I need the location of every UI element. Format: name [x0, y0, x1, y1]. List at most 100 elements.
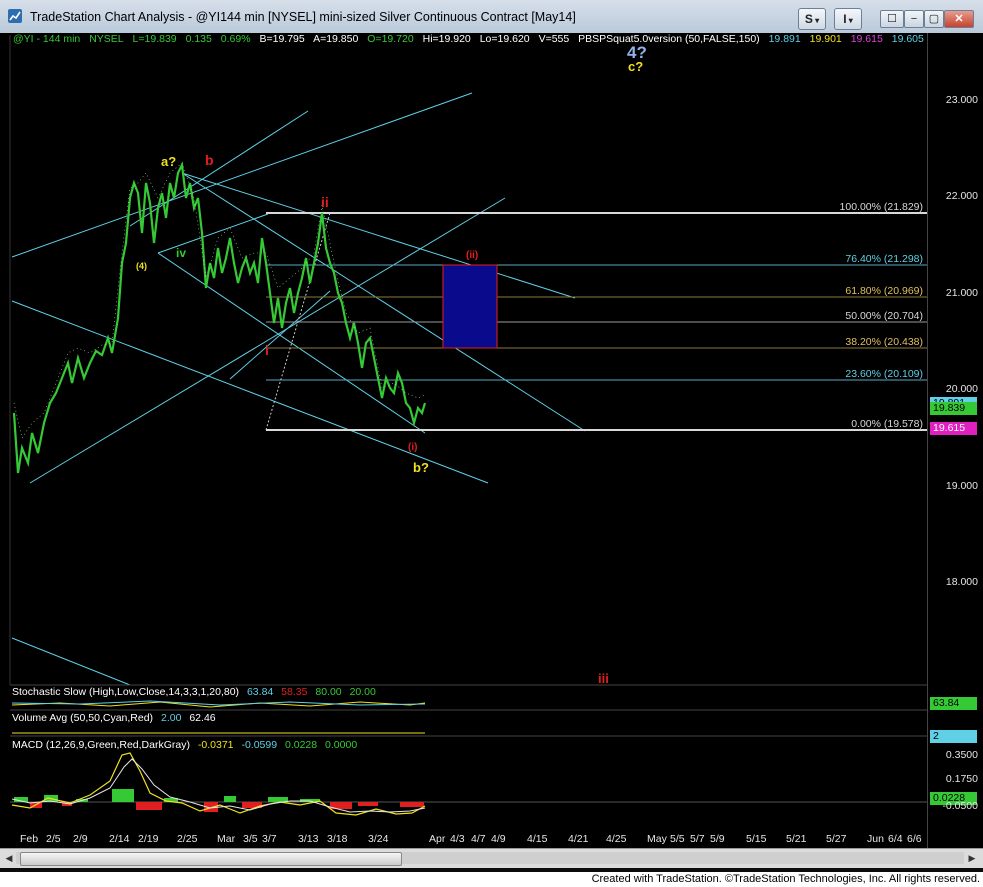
maximize-button[interactable]: ▢ — [924, 10, 944, 28]
fib-label-618: 61.80% (20.969) — [845, 285, 923, 297]
time-label: 5/5 — [670, 833, 685, 845]
symbol-status-line: @YI - 144 min NYSEL L=19.839 0.135 0.69%… — [13, 33, 930, 45]
time-label: 4/21 — [568, 833, 589, 845]
time-label: May — [647, 833, 667, 845]
status-bid: B=19.795 — [259, 33, 305, 45]
time-label: Jun — [867, 833, 884, 845]
price-label-21: 21.000 — [945, 287, 978, 299]
last-price-tag: 19.839 — [930, 402, 977, 415]
status-study-name: PBSPSquat5.0version (50,FALSE,150) — [578, 33, 760, 45]
macd-axis-bottom: -0.0500 — [942, 800, 978, 812]
chart-options-button[interactable]: I ▾ — [834, 8, 862, 30]
price-axis[interactable]: 23.000 22.000 21.000 20.000 19.000 18.00… — [927, 33, 983, 848]
status-study-value-1: 19.891 — [768, 33, 801, 45]
volume-avg-label[interactable]: Volume Avg (50,50,Cyan,Red) 2.00 62.46 — [12, 712, 221, 724]
wave-label-a: a? — [161, 154, 176, 169]
time-label: 6/6 — [907, 833, 922, 845]
target-zone-box[interactable] — [442, 264, 498, 349]
time-label: 3/18 — [327, 833, 348, 845]
scroll-left-arrow-icon[interactable]: ◀ — [3, 852, 15, 864]
fib-label-764: 76.40% (21.298) — [845, 253, 923, 265]
fib-label-382: 38.20% (20.438) — [845, 336, 923, 348]
fib-label-236: 23.60% (20.109) — [845, 368, 923, 380]
time-label: 3/5 — [243, 833, 258, 845]
wave-label-4: (4) — [136, 261, 147, 271]
status-volume: V=555 — [538, 33, 570, 45]
wave-label-iv: iv — [176, 246, 186, 260]
status-study-value-2: 19.901 — [809, 33, 842, 45]
time-label: 6/4 — [888, 833, 903, 845]
stochastic-tag: 63.84 — [930, 697, 977, 710]
status-symbol[interactable]: @YI - 144 min — [13, 33, 80, 45]
help-button[interactable]: ☐ — [880, 10, 904, 28]
time-label: Feb — [20, 833, 39, 845]
footer: Created with TradeStation. ©TradeStation… — [0, 872, 983, 887]
status-high: Hi=19.920 — [422, 33, 471, 45]
chart-window: TradeStation Chart Analysis - @YI144 min… — [0, 0, 983, 872]
status-study-value-3: 19.615 — [850, 33, 883, 45]
price-label-19: 19.000 — [945, 480, 978, 492]
time-label: 2/5 — [46, 833, 61, 845]
price-label-23: 23.000 — [945, 94, 978, 106]
status-change: 0.135 — [185, 33, 212, 45]
wave-label-i-circle: (i) — [408, 442, 417, 453]
window-title: TradeStation Chart Analysis - @YI144 min… — [30, 10, 576, 24]
fib-label-50: 50.00% (20.704) — [845, 310, 923, 322]
price-label-18: 18.000 — [945, 576, 978, 588]
price-label-22: 22.000 — [945, 190, 978, 202]
chart-plot-area[interactable]: 100.00% (21.829) 76.40% (21.298) 61.80% … — [0, 33, 927, 830]
time-label: 5/15 — [746, 833, 767, 845]
fib-label-0: 0.00% (19.578) — [851, 418, 923, 430]
time-axis[interactable]: Feb 2/5 2/9 2/14 2/19 2/25 Mar 3/5 3/7 3… — [0, 830, 927, 848]
time-label: 2/19 — [138, 833, 159, 845]
status-ask: A=19.850 — [313, 33, 359, 45]
wave-label-iii: iii — [598, 671, 609, 686]
copyright-text: Created with TradeStation. ©TradeStation… — [591, 873, 980, 885]
time-label: Mar — [217, 833, 236, 845]
macd-axis-mid: 0.1750 — [945, 773, 978, 785]
time-label: 4/15 — [527, 833, 548, 845]
close-button[interactable]: ✕ — [944, 10, 974, 28]
status-open: O=19.720 — [367, 33, 414, 45]
title-bar: TradeStation Chart Analysis - @YI144 min… — [0, 0, 983, 35]
time-label: 4/9 — [491, 833, 506, 845]
time-label: 5/21 — [786, 833, 807, 845]
time-label: 4/3 — [450, 833, 465, 845]
wave-label-ii: ii — [321, 194, 329, 210]
macd-axis-top: 0.3500 — [945, 749, 978, 761]
macd-label[interactable]: MACD (12,26,9,Green,Red,DarkGray) -0.037… — [12, 739, 362, 751]
time-label: 2/25 — [177, 833, 198, 845]
stochastic-label[interactable]: Stochastic Slow (High,Low,Close,14,3,3,1… — [12, 686, 381, 698]
time-label: 2/14 — [109, 833, 130, 845]
time-label: Apr — [429, 833, 446, 845]
time-label: 3/13 — [298, 833, 319, 845]
wave-label-i: i — [265, 342, 269, 358]
status-low: Lo=19.620 — [479, 33, 530, 45]
time-label: 5/27 — [826, 833, 847, 845]
minimize-button[interactable]: − — [904, 10, 924, 28]
scrollbar-thumb[interactable] — [20, 852, 402, 866]
time-label: 5/7 — [690, 833, 705, 845]
time-label: 5/9 — [710, 833, 725, 845]
time-label: 3/7 — [262, 833, 277, 845]
status-exchange: NYSEL — [89, 33, 124, 45]
wave-label-ii-circle: (ii) — [466, 250, 478, 261]
low-price-tag: 19.615 — [930, 422, 977, 435]
fib-label-100: 100.00% (21.829) — [840, 201, 923, 213]
volume-tag: 2 — [930, 730, 977, 743]
wave-label-b-q: b? — [413, 460, 429, 475]
scroll-right-arrow-icon[interactable]: ▶ — [966, 852, 978, 864]
time-label: 3/24 — [368, 833, 389, 845]
wave-label-4-q: 4? — [627, 43, 647, 62]
time-label: 2/9 — [73, 833, 88, 845]
status-change-pct: 0.69% — [220, 33, 251, 45]
status-study-value-4: 19.605 — [891, 33, 924, 45]
status-last: L=19.839 — [132, 33, 177, 45]
wave-label-b: b — [205, 152, 214, 168]
time-label: 4/7 — [471, 833, 486, 845]
tradestation-app-icon — [8, 9, 22, 23]
horizontal-scrollbar[interactable]: ◀ ▶ — [0, 848, 983, 868]
symbol-link-button[interactable]: S ▾ — [798, 8, 826, 30]
time-label: 4/25 — [606, 833, 627, 845]
price-label-20: 20.000 — [945, 383, 978, 395]
